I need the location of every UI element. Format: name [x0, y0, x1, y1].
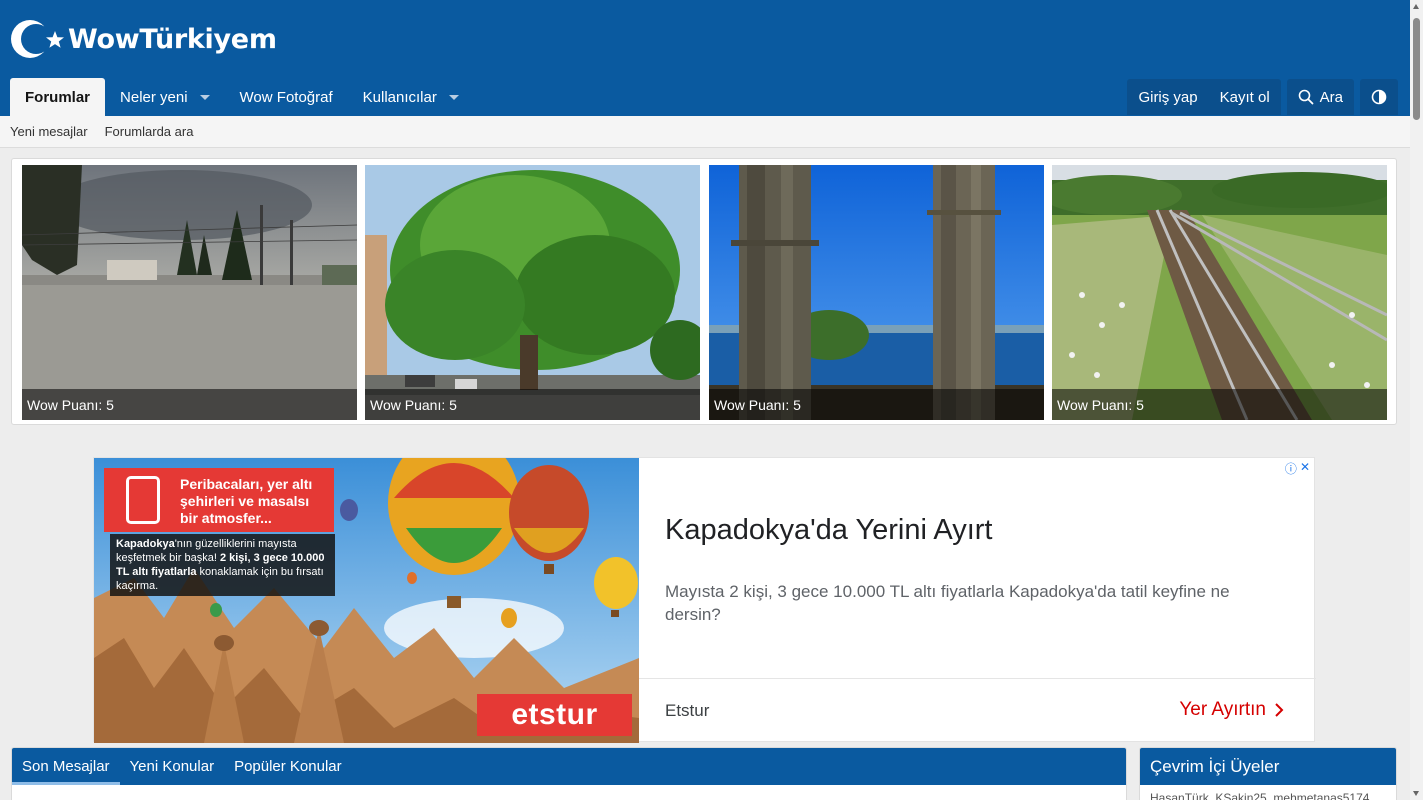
sub-nav: Yeni mesajlar Forumlarda ara [0, 116, 1410, 148]
ad-image[interactable]: Peribacaları, yer altı şehirleri ve masa… [94, 458, 639, 743]
scroll-up-arrow[interactable] [1413, 4, 1419, 9]
scroll-down-arrow[interactable] [1413, 791, 1419, 796]
ad-choices: ⓘ ✕ [1285, 460, 1310, 477]
gallery-photo[interactable]: Wow Puanı: 5 [709, 165, 1044, 420]
ad-advertiser: Etstur [665, 701, 710, 720]
widget-tabs: Son Mesajlar Yeni Konular Popüler Konula… [12, 748, 1126, 785]
photo-image [1052, 165, 1387, 420]
logo-text: WowTürkiyem [68, 23, 277, 55]
advertisement[interactable]: Peribacaları, yer altı şehirleri ve masa… [93, 457, 1316, 743]
style-group [1360, 79, 1398, 115]
online-members-title[interactable]: Çevrim İçi Üyeler [1140, 748, 1396, 785]
ad-cta-button[interactable]: Yer Ayırtın [1179, 699, 1284, 721]
photo-caption: Wow Puanı: 5 [1052, 389, 1387, 420]
info-icon[interactable]: ⓘ [1285, 460, 1297, 477]
site-header: WowTürkiyem Forumlar Neler yeni Wow Foto… [0, 0, 1410, 116]
style-toggle-button[interactable] [1360, 79, 1398, 115]
search-icon [1298, 89, 1314, 105]
chevron-down-icon[interactable] [199, 94, 210, 100]
tab-neler-yeni[interactable]: Neler yeni [105, 78, 225, 116]
ad-cta-label: Yer Ayırtın [1179, 699, 1266, 720]
photo-image [365, 165, 700, 420]
online-members-widget: Çevrim İçi Üyeler HasanTürk, KSakin25, m… [1139, 747, 1397, 800]
gallery-photo[interactable]: Wow Puanı: 5 [1052, 165, 1387, 420]
gallery-photo[interactable]: Wow Puanı: 5 [22, 165, 357, 420]
tab-wow-fotograf[interactable]: Wow Fotoğraf [225, 78, 348, 116]
ad-headline-box: Peribacaları, yer altı şehirleri ve masa… [104, 468, 334, 532]
tab-label: Neler yeni [120, 88, 188, 106]
user-nav: Giriş yap Kayıt ol Ara [1127, 79, 1398, 115]
tab-forumlar[interactable]: Forumlar [10, 78, 106, 116]
close-icon[interactable]: ✕ [1300, 460, 1310, 477]
tab-label: Kullanıcılar [362, 88, 437, 106]
tab-label: Wow Fotoğraf [239, 88, 333, 106]
online-members-list[interactable]: HasanTürk, KSakin25, mehmetanas5174, [1140, 785, 1396, 800]
tab-label: Forumlar [25, 88, 91, 106]
latest-posts-widget: Son Mesajlar Yeni Konular Popüler Konula… [11, 747, 1127, 800]
chevron-right-icon [1275, 703, 1284, 717]
photo-gallery: Wow Puanı: 5 Wow Puanı: 5 Wow Puanı: 5 W… [11, 158, 1397, 425]
login-button[interactable]: Giriş yap [1127, 79, 1208, 115]
tab-yeni-konular[interactable]: Yeni Konular [120, 748, 225, 785]
chevron-down-icon[interactable] [448, 94, 459, 100]
ad-divider [639, 678, 1316, 679]
scroll-thumb[interactable] [1413, 18, 1420, 120]
search-group: Ara [1286, 79, 1354, 115]
photo-image [709, 165, 1044, 420]
ad-image-title: Peribacaları, yer altı şehirleri ve masa… [180, 476, 313, 526]
search-button[interactable]: Ara [1287, 79, 1354, 115]
photo-caption: Wow Puanı: 5 [709, 389, 1044, 420]
ad-image-text: Kapadokya'nın güzelliklerini mayısta keş… [110, 534, 335, 596]
ad-description: Mayısta 2 kişi, 3 gece 10.000 TL altı fi… [665, 582, 1230, 624]
search-label: Ara [1319, 88, 1343, 106]
tab-populer-konular[interactable]: Popüler Konular [224, 748, 352, 785]
photo-caption: Wow Puanı: 5 [22, 389, 357, 420]
new-posts-link[interactable]: Yeni mesajlar [10, 124, 88, 139]
gallery-photo[interactable]: Wow Puanı: 5 [365, 165, 700, 420]
auth-group: Giriş yap Kayıt ol [1127, 79, 1281, 115]
crescent-star-icon [11, 20, 64, 58]
ad-headline[interactable]: Kapadokya'da Yerini Ayırt [665, 514, 992, 547]
ad-image-text-1: Kapadokya [116, 538, 175, 550]
search-forums-link[interactable]: Forumlarda ara [105, 124, 194, 139]
luggage-icon [126, 476, 160, 524]
site-logo[interactable]: WowTürkiyem [10, 18, 277, 60]
tab-son-mesajlar[interactable]: Son Mesajlar [12, 748, 120, 785]
register-button[interactable]: Kayıt ol [1209, 79, 1281, 115]
photo-image [22, 165, 357, 420]
etstur-logo: etstur [477, 694, 632, 736]
contrast-icon [1371, 89, 1387, 105]
page-scrollbar[interactable] [1410, 0, 1423, 800]
photo-caption: Wow Puanı: 5 [365, 389, 700, 420]
main-nav: Forumlar Neler yeni Wow Fotoğraf Kullanı… [10, 78, 474, 116]
tab-kullanicilar[interactable]: Kullanıcılar [348, 78, 474, 116]
